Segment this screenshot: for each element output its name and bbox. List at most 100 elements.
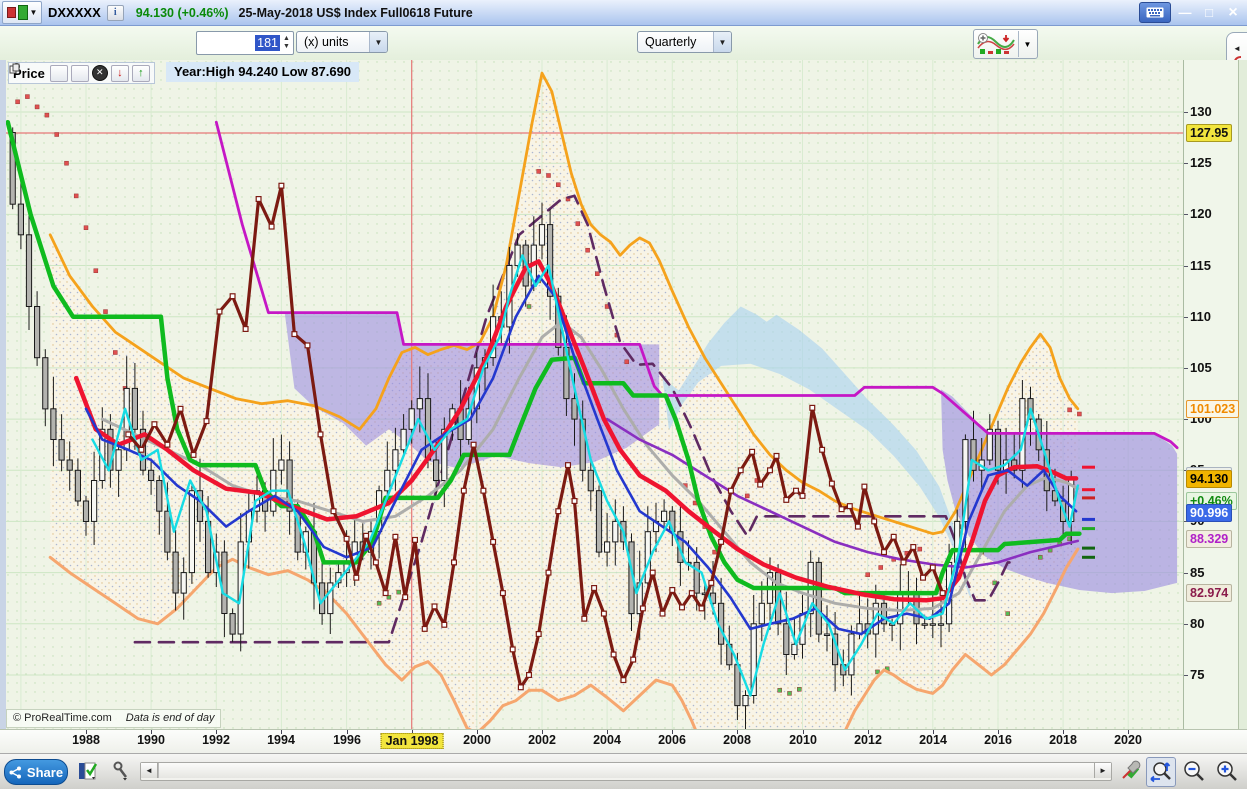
- y-tickmark: [1184, 163, 1188, 164]
- x-tick-label: 2010: [789, 733, 817, 747]
- y-tickmark: [1184, 419, 1188, 420]
- y-tickmark: [1184, 675, 1188, 676]
- x-tick-label: 1992: [202, 733, 230, 747]
- x-tick-label: 2020: [1114, 733, 1142, 747]
- units-count-input[interactable]: 181 ▲ ▼: [196, 31, 294, 55]
- zoom-out-button[interactable]: [1180, 757, 1208, 785]
- price-badge: 127.95: [1186, 124, 1233, 142]
- pane-settings-wrench-icon[interactable]: [9, 63, 68, 82]
- chart-style-icon: [974, 31, 1018, 57]
- price-pane-header: Price ✕ ↓ ↑: [8, 62, 155, 84]
- x-tick-label: 2014: [919, 733, 947, 747]
- keyboard-icon: [1146, 7, 1164, 18]
- x-tick-label: 1990: [137, 733, 165, 747]
- y-tickmark: [1184, 214, 1188, 215]
- y-tickmark: [1184, 317, 1188, 318]
- units-stepper[interactable]: ▲ ▼: [280, 33, 293, 53]
- y-tick-label: 115: [1190, 258, 1211, 273]
- symbol-selector-button[interactable]: ▼: [2, 1, 42, 24]
- last-quote-label: 94.130 (+0.46%): [135, 5, 229, 20]
- x-tick-label: 2008: [723, 733, 751, 747]
- x-tick-label: Jan 1998: [380, 733, 444, 749]
- bottom-toolbar: Share ◄ ►: [0, 753, 1247, 789]
- chart-options-wrench-button[interactable]: [1116, 757, 1144, 785]
- share-icon: [9, 766, 21, 778]
- units-count-value[interactable]: 181: [255, 35, 280, 51]
- year-high-low-stats: Year:High 94.240 Low 87.690: [166, 62, 360, 82]
- chart-style-button[interactable]: ▼: [973, 29, 1038, 59]
- chevron-down-icon: ▼: [369, 32, 387, 52]
- timeframe-value: Quarterly: [645, 35, 697, 49]
- x-tick-label: 2016: [984, 733, 1012, 747]
- chart-footer-overlay: © ProRealTime.com Data is end of day: [6, 709, 222, 728]
- chevron-down-icon: ▼: [1018, 31, 1036, 57]
- copyright-label: © ProRealTime.com: [13, 712, 112, 724]
- pane-duplicate-icon[interactable]: [9, 63, 89, 82]
- keyboard-icon-button[interactable]: [1139, 2, 1171, 23]
- time-axis[interactable]: 1988 1990 1992 1994 1996 Jan 1998 2000 2002 2004…: [0, 729, 1247, 755]
- price-axis[interactable]: 1301251201151101051009590858075127.95101…: [1183, 60, 1240, 729]
- data-note-label: Data is end of day: [125, 712, 215, 724]
- chart-region: Price ✕ ↓ ↑ Year:High 94.240 Low 87.690 …: [0, 60, 1247, 729]
- horizontal-scrollbar[interactable]: ◄ ►: [140, 762, 1112, 781]
- price-chart-svg: [6, 60, 1183, 729]
- maximize-button[interactable]: □: [1199, 3, 1219, 22]
- x-tick-label: 2018: [1049, 733, 1077, 747]
- window-title-bar[interactable]: ▼ DXXXXX i 94.130 (+0.46%) 25-May-2018 U…: [0, 0, 1247, 26]
- y-tick-label: 125: [1190, 155, 1212, 170]
- prorealtime-window: { "title_bar": { "symbol": "DXXXXX", "in…: [0, 0, 1247, 789]
- timeframe-select[interactable]: Quarterly ▼: [637, 31, 732, 53]
- chart-toolbar: 181 ▲ ▼ (x) units ▼ Quarterly ▼ ▼: [0, 26, 1247, 61]
- list-check-button[interactable]: [76, 760, 102, 782]
- zoom-in-button[interactable]: [1213, 757, 1241, 785]
- pane-close-icon[interactable]: ✕: [91, 65, 108, 81]
- chevron-down-icon: ▼: [29, 7, 38, 17]
- price-badge: 88.329: [1186, 530, 1233, 548]
- share-button-label: Share: [26, 764, 64, 780]
- chevron-down-icon: ▼: [713, 32, 731, 52]
- close-button[interactable]: ×: [1223, 3, 1243, 22]
- x-tick-label: 2004: [593, 733, 621, 747]
- pane-move-up-icon[interactable]: ↑: [131, 64, 150, 82]
- y-tick-label: 105: [1190, 360, 1212, 375]
- x-tick-label: 2000: [463, 733, 491, 747]
- drawing-tools-button[interactable]: [108, 760, 134, 782]
- scrollbar-thumb[interactable]: [158, 763, 1095, 778]
- y-tick-label: 130: [1190, 104, 1212, 119]
- units-type-value: (x) units: [304, 35, 349, 49]
- x-tick-label: 2006: [658, 733, 686, 747]
- minimize-button[interactable]: —: [1175, 3, 1195, 22]
- y-tickmark: [1184, 624, 1188, 625]
- price-badge: 101.023: [1186, 400, 1240, 418]
- units-type-select[interactable]: (x) units ▼: [296, 31, 388, 53]
- info-icon[interactable]: i: [106, 4, 124, 21]
- pane-move-down-icon[interactable]: ↓: [110, 64, 129, 82]
- y-tick-label: 75: [1190, 667, 1205, 682]
- instrument-description: 25-May-2018 US$ Index Full0618 Future: [238, 5, 473, 20]
- y-tickmark: [1184, 112, 1188, 113]
- scroll-right-arrow[interactable]: ►: [1094, 763, 1111, 778]
- y-tick-label: 80: [1190, 616, 1205, 631]
- zoom-selection-button[interactable]: [1146, 757, 1176, 787]
- price-chart-canvas[interactable]: Price ✕ ↓ ↑ Year:High 94.240 Low 87.690 …: [6, 60, 1183, 729]
- y-tickmark: [1184, 573, 1188, 574]
- y-tick-label: 110: [1190, 309, 1211, 324]
- y-tick-label: 120: [1190, 206, 1212, 221]
- red-candle-icon: [6, 7, 16, 18]
- x-tick-label: 1988: [72, 733, 100, 747]
- price-badge: 90.996: [1186, 504, 1233, 522]
- scroll-left-arrow[interactable]: ◄: [141, 763, 158, 778]
- symbol-label: DXXXXX: [48, 5, 101, 20]
- price-badge: 82.974: [1186, 584, 1233, 602]
- x-tick-label: 1994: [267, 733, 295, 747]
- x-tick-label: 1996: [333, 733, 361, 747]
- right-panel-resize-handle[interactable]: [1238, 60, 1247, 729]
- green-candle-icon: [17, 5, 28, 20]
- y-tickmark: [1184, 368, 1188, 369]
- y-tickmark: [1184, 266, 1188, 267]
- chevron-left-icon: ◄: [1233, 43, 1241, 53]
- price-badge: 94.130: [1186, 470, 1233, 488]
- y-tick-label: 85: [1190, 565, 1205, 580]
- x-tick-label: 2002: [528, 733, 556, 747]
- share-button[interactable]: Share: [4, 759, 68, 785]
